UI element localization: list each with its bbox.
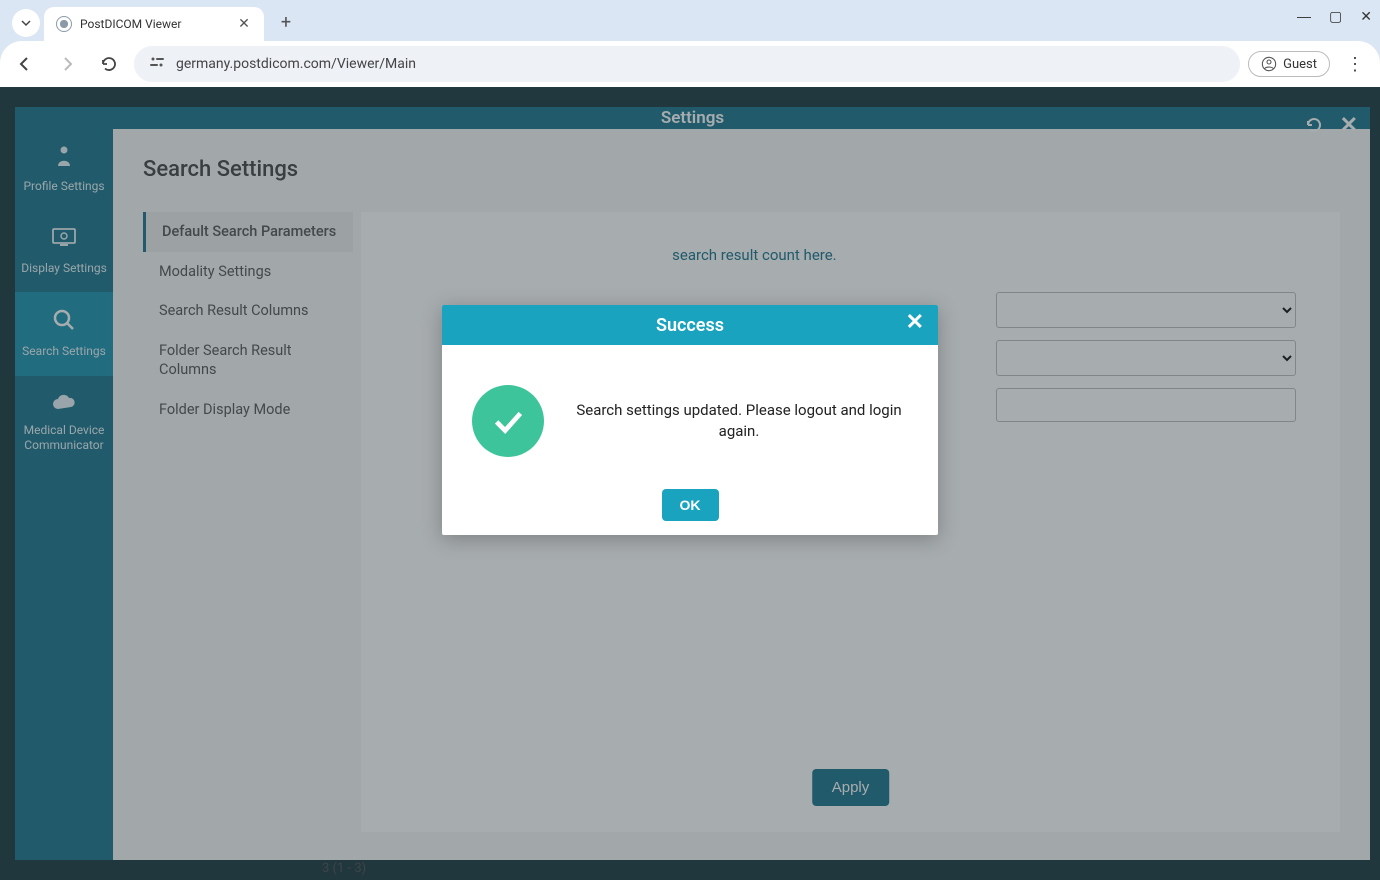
browser-toolbar: germany.postdicom.com/Viewer/Main Guest … — [0, 41, 1380, 87]
settings-header: Settings ✕ — [15, 107, 1370, 129]
params-hint: You can change defaults and maximum sear… — [405, 246, 1296, 264]
subnav-item-result-cols[interactable]: Search Result Columns — [143, 291, 353, 331]
close-window-icon[interactable]: ✕ — [1360, 8, 1372, 25]
tab-favicon-icon — [56, 16, 72, 32]
sidenav-label: Display Settings — [19, 261, 109, 277]
forward-button[interactable] — [50, 47, 84, 81]
browser-tab[interactable]: PostDICOM Viewer ✕ — [44, 7, 264, 41]
dialog-body: Search settings updated. Please logout a… — [442, 345, 938, 475]
dialog-footer: OK — [442, 475, 938, 535]
select-2[interactable] — [996, 340, 1296, 376]
success-dialog: Success ✕ Search settings updated. Pleas… — [442, 305, 938, 535]
arrow-left-icon — [16, 55, 34, 73]
sidenav-label: Search Settings — [19, 344, 109, 360]
footer-count: 3 (1 - 3) — [322, 861, 366, 876]
sidenav-item-profile[interactable]: Profile Settings — [15, 129, 113, 211]
monitor-icon — [19, 227, 109, 255]
chevron-down-icon — [20, 17, 32, 29]
sidenav-label: Medical Device Communicator — [19, 423, 109, 454]
tab-title: PostDICOM Viewer — [80, 17, 228, 31]
settings-subnav: Default Search Parameters Modality Setti… — [143, 212, 353, 832]
close-tab-button[interactable]: ✕ — [236, 16, 252, 32]
back-button[interactable] — [8, 47, 42, 81]
select-1[interactable] — [996, 292, 1296, 328]
url-bar[interactable]: germany.postdicom.com/Viewer/Main — [134, 46, 1240, 82]
dialog-close-button[interactable]: ✕ — [906, 312, 924, 334]
browser-menu-button[interactable]: ⋮ — [1338, 54, 1372, 75]
tab-strip: PostDICOM Viewer ✕ + — [0, 0, 1380, 41]
content-title: Search Settings — [143, 157, 1340, 182]
reload-icon — [100, 55, 118, 73]
sidenav-item-mdc[interactable]: Medical Device Communicator — [15, 376, 113, 470]
window-controls: — ▢ ✕ — [1297, 8, 1372, 25]
subnav-item-folder-cols[interactable]: Folder Search Result Columns — [143, 331, 353, 390]
settings-sidenav: Profile Settings Display Settings Search… — [15, 129, 113, 860]
apply-button[interactable]: Apply — [812, 769, 890, 806]
sidenav-item-display[interactable]: Display Settings — [15, 211, 113, 293]
app-topbar — [0, 87, 1380, 107]
input-1[interactable] — [996, 388, 1296, 422]
dialog-header: Success ✕ — [442, 305, 938, 345]
ok-button[interactable]: OK — [662, 489, 719, 521]
subnav-item-modality[interactable]: Modality Settings — [143, 252, 353, 292]
tab-search-button[interactable] — [12, 9, 40, 37]
person-icon — [19, 145, 109, 173]
minimize-icon[interactable]: — — [1297, 8, 1311, 25]
site-settings-icon[interactable] — [148, 55, 166, 73]
dialog-title: Success — [656, 315, 724, 336]
arrow-right-icon — [58, 55, 76, 73]
subnav-item-folder-display[interactable]: Folder Display Mode — [143, 390, 353, 430]
url-text: germany.postdicom.com/Viewer/Main — [176, 56, 1226, 72]
browser-chrome: — ▢ ✕ PostDICOM Viewer ✕ + germany.postd… — [0, 0, 1380, 87]
success-check-icon — [472, 385, 544, 457]
sidenav-item-search[interactable]: Search Settings — [15, 292, 113, 376]
dialog-message: Search settings updated. Please logout a… — [570, 400, 908, 442]
maximize-icon[interactable]: ▢ — [1329, 8, 1342, 25]
settings-title: Settings — [661, 108, 724, 128]
magnify-icon — [19, 308, 109, 338]
new-tab-button[interactable]: + — [272, 12, 300, 33]
app-area: Settings ✕ Profile Settings Display S — [0, 87, 1380, 880]
guest-profile-button[interactable]: Guest — [1248, 51, 1330, 77]
sidenav-label: Profile Settings — [19, 179, 109, 195]
cloud-icon — [19, 392, 109, 417]
reload-button[interactable] — [92, 47, 126, 81]
guest-label: Guest — [1283, 57, 1317, 72]
person-circle-icon — [1261, 56, 1277, 72]
subnav-item-default-params[interactable]: Default Search Parameters — [143, 212, 353, 252]
